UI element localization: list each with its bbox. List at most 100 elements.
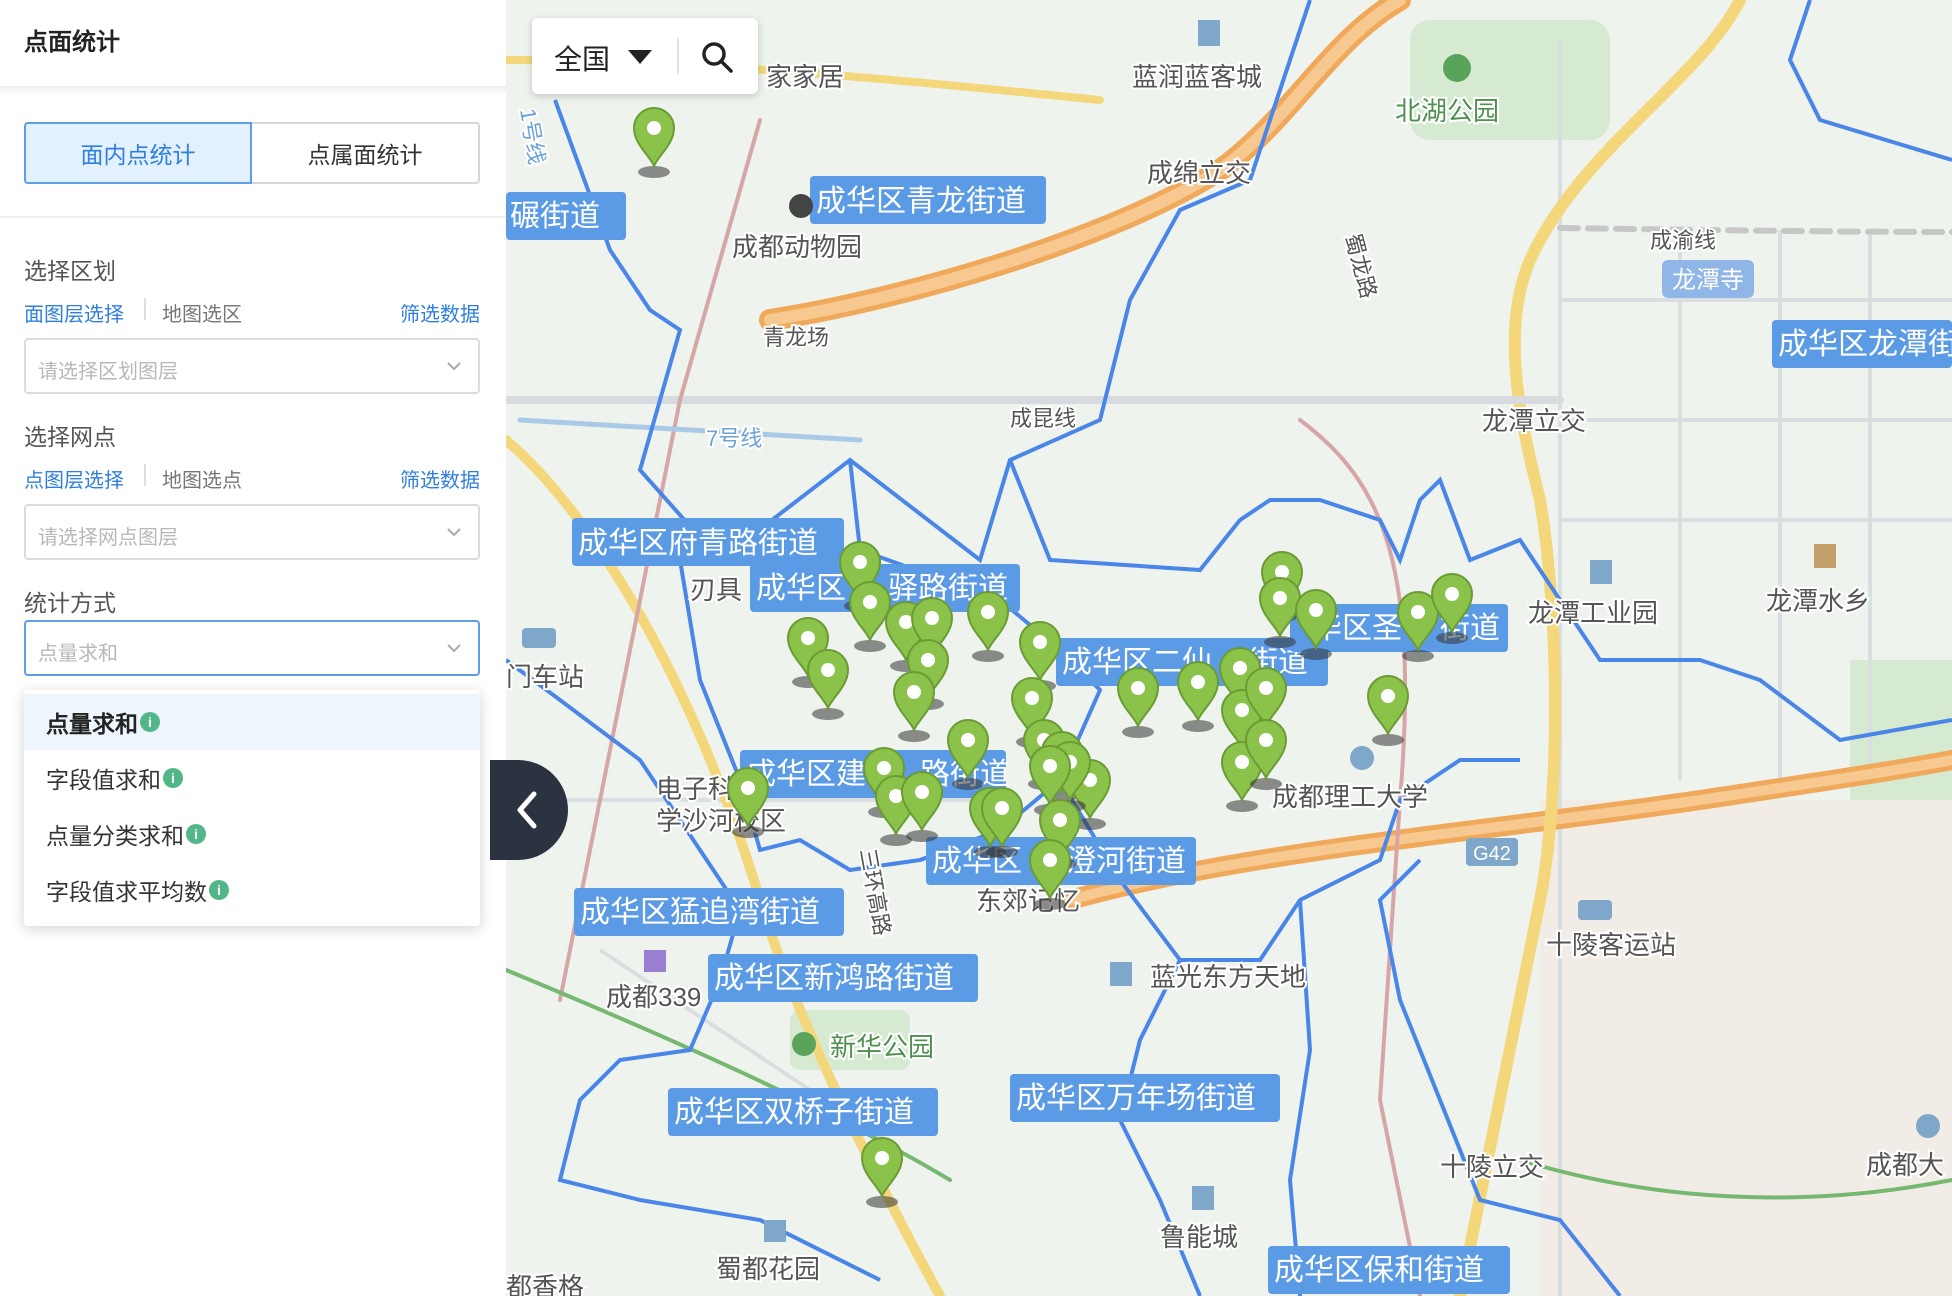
option-label: 点量求和 <box>46 711 138 737</box>
region-selector[interactable]: 全国 <box>554 38 610 78</box>
svg-text:成绵立交: 成绵立交 <box>1147 158 1251 188</box>
info-icon[interactable]: i <box>209 880 229 900</box>
option-label: 点量分类求和 <box>46 823 184 849</box>
poi-park-icon <box>1443 54 1471 82</box>
method-option[interactable]: 点量分类求和 i <box>24 806 480 862</box>
search-icon[interactable] <box>700 40 734 74</box>
caret-down-icon[interactable] <box>628 50 652 64</box>
outlet-map-select-link[interactable]: 地图选点 <box>162 464 242 493</box>
svg-text:东郊记忆: 东郊记忆 <box>976 886 1080 916</box>
outlet-source-row: 点图层选择 地图选点 筛选数据 <box>24 464 480 492</box>
chevron-left-icon <box>517 791 537 829</box>
collapse-panel-button[interactable] <box>490 760 568 860</box>
svg-text:澄河街道: 澄河街道 <box>1066 845 1186 878</box>
svg-text:蓝润蓝客城: 蓝润蓝客城 <box>1132 62 1262 92</box>
svg-text:成渝线: 成渝线 <box>1650 228 1716 253</box>
option-label: 字段值求平均数 <box>46 879 207 905</box>
poi-school-icon-2 <box>1916 1114 1940 1138</box>
svg-text:成华区猛追湾街道: 成华区猛追湾街道 <box>580 896 820 929</box>
svg-text:北湖公园: 北湖公园 <box>1395 96 1499 126</box>
svg-text:碾街道: 碾街道 <box>510 200 600 233</box>
svg-text:成都理工大学: 成都理工大学 <box>1272 782 1428 812</box>
option-label: 字段值求和 <box>46 767 161 793</box>
outlet-filter-link[interactable]: 筛选数据 <box>400 464 480 493</box>
search-divider <box>677 38 679 74</box>
stats-panel: 点面统计 面内点统计 点属面统计 选择区划 面图层选择 地图选区 筛选数据 请选… <box>0 0 506 1296</box>
method-section-label: 统计方式 <box>24 590 116 616</box>
region-source-row: 面图层选择 地图选区 筛选数据 <box>24 298 480 326</box>
svg-text:成华区龙潭街: 成华区龙潭街 <box>1778 328 1952 361</box>
svg-text:学沙河校区: 学沙河校区 <box>656 806 786 836</box>
svg-text:成华区保和街道: 成华区保和街道 <box>1274 1254 1484 1287</box>
poi-building-icon <box>1198 20 1220 46</box>
poi-building-icon-2 <box>1590 560 1612 584</box>
panel-title: 点面统计 <box>24 29 120 56</box>
svg-text:蓝光东方天地: 蓝光东方天地 <box>1150 962 1306 992</box>
link-separator <box>144 298 146 320</box>
outlet-layer-select[interactable]: 请选择网点图层 <box>24 504 480 560</box>
svg-text:新华公园: 新华公园 <box>830 1032 934 1062</box>
svg-text:成华区新鸿路街道: 成华区新鸿路街道 <box>714 962 954 995</box>
svg-text:龙潭工业园: 龙潭工业园 <box>1528 598 1658 628</box>
svg-text:蜀都花园: 蜀都花园 <box>716 1254 820 1284</box>
svg-text:成都大: 成都大 <box>1866 1150 1944 1180</box>
outlet-layer-placeholder: 请选择网点图层 <box>38 527 178 549</box>
method-placeholder: 点量求和 <box>38 643 118 665</box>
method-dropdown: 点量求和 i 字段值求和 i 点量分类求和 i 字段值求平均数 i <box>24 690 480 926</box>
svg-text:成都动物园: 成都动物园 <box>732 232 862 262</box>
svg-text:十陵立交: 十陵立交 <box>1440 1152 1544 1182</box>
tab-polygon-of-point[interactable]: 点属面统计 <box>252 122 480 184</box>
chevron-down-icon <box>447 528 461 537</box>
outlet-layer-select-link[interactable]: 点图层选择 <box>24 464 124 493</box>
region-layer-placeholder: 请选择区划图层 <box>38 361 178 383</box>
info-icon[interactable]: i <box>140 712 160 732</box>
svg-text:都香格: 都香格 <box>506 1272 584 1296</box>
svg-text:成华区: 成华区 <box>756 572 846 605</box>
chevron-down-icon <box>447 644 461 653</box>
poi-train-icon <box>522 628 556 648</box>
svg-text:龙潭寺: 龙潭寺 <box>1672 267 1744 294</box>
svg-text:成华区青龙街道: 成华区青龙街道 <box>816 185 1026 218</box>
tab-points-in-polygon[interactable]: 面内点统计 <box>24 122 252 184</box>
svg-text:家家居: 家家居 <box>766 62 844 92</box>
svg-text:成昆线: 成昆线 <box>1010 406 1076 431</box>
region-layer-select[interactable]: 请选择区划图层 <box>24 338 480 394</box>
svg-text:电子科: 电子科 <box>656 774 734 804</box>
region-filter-link[interactable]: 筛选数据 <box>400 298 480 327</box>
poi-school-icon <box>1350 746 1374 770</box>
poi-zoo-icon <box>789 194 813 218</box>
poi-park-icon-2 <box>792 1032 816 1056</box>
method-select[interactable]: 点量求和 <box>24 620 480 676</box>
svg-text:成华区府青路街道: 成华区府青路街道 <box>578 527 818 560</box>
info-icon[interactable]: i <box>163 768 183 788</box>
svg-text:成华区双桥子街道: 成华区双桥子街道 <box>674 1096 914 1129</box>
svg-text:成华区万年场街道: 成华区万年场街道 <box>1016 1082 1256 1115</box>
svg-text:青龙场: 青龙场 <box>763 325 829 350</box>
poi-building-icon-3 <box>1110 962 1132 986</box>
svg-text:7号线: 7号线 <box>706 426 762 451</box>
method-option[interactable]: 字段值求和 i <box>24 750 480 806</box>
land-area <box>1540 800 1952 1296</box>
section-divider <box>0 216 506 218</box>
method-option[interactable]: 字段值求平均数 i <box>24 862 480 918</box>
poi-building-icon-4 <box>1192 1186 1214 1210</box>
svg-text:成都339: 成都339 <box>606 982 701 1012</box>
region-section-label: 选择区划 <box>24 258 116 284</box>
link-separator-2 <box>144 464 146 486</box>
region-layer-select-link[interactable]: 面图层选择 <box>24 298 124 327</box>
svg-text:G42: G42 <box>1473 843 1511 865</box>
method-option[interactable]: 点量求和 i <box>24 694 480 750</box>
map-search-box[interactable]: 全国 <box>532 18 758 94</box>
svg-text:十陵客运站: 十陵客运站 <box>1546 930 1676 960</box>
svg-text:门车站: 门车站 <box>506 662 584 692</box>
poi-scenic-icon <box>1814 544 1836 568</box>
poi-shop-icon <box>644 950 666 972</box>
chevron-down-icon <box>447 362 461 371</box>
svg-text:鲁能城: 鲁能城 <box>1160 1222 1238 1252</box>
region-map-select-link[interactable]: 地图选区 <box>162 298 242 327</box>
poi-bus-icon <box>1578 900 1612 920</box>
svg-text:龙潭水乡: 龙潭水乡 <box>1766 586 1870 616</box>
info-icon[interactable]: i <box>186 824 206 844</box>
svg-text:刃具: 刃具 <box>690 575 742 605</box>
poi-building-icon-5 <box>764 1220 786 1242</box>
